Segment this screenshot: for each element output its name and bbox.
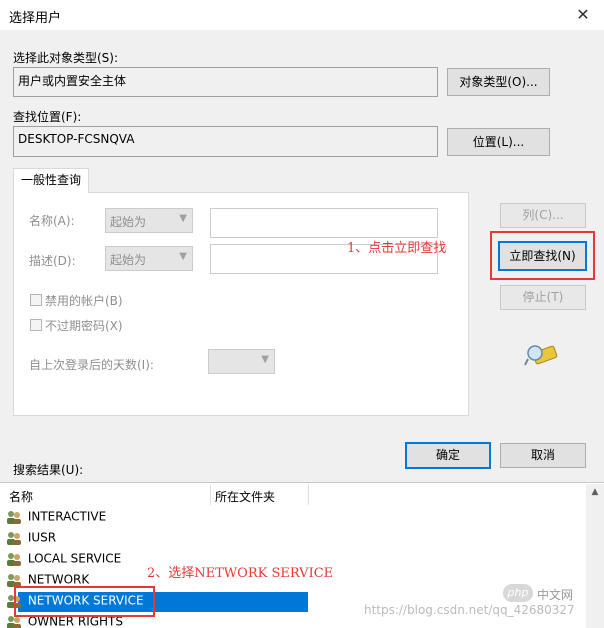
description-mode-value: 起始为 (110, 253, 147, 267)
column-header-name[interactable]: 名称 (9, 488, 33, 508)
row-name: LOCAL SERVICE (27, 551, 122, 566)
annotation-box-network-service (14, 586, 155, 617)
results-scrollbar[interactable]: ▲ (586, 484, 604, 628)
days-since-logon-label: 自上次登录后的天数(I): (29, 358, 154, 372)
watermark-url: https://blog.csdn.net/qq_42680327 (364, 603, 575, 617)
annotation-step1: 1、点击立即查找 (347, 241, 447, 256)
stop-button[interactable]: 停止(T) (500, 285, 586, 310)
close-icon: ✕ (576, 5, 590, 24)
title-bar (0, 0, 604, 30)
chevron-down-icon: ▼ (179, 251, 187, 262)
row-name: NETWORK (27, 572, 90, 587)
object-types-button[interactable]: 对象类型(O)... (447, 68, 550, 96)
user-group-icon (7, 552, 21, 566)
flashlight-search-icon (524, 339, 560, 369)
annotation-box-find-now (490, 231, 595, 280)
watermark-site: 中文网 (537, 588, 574, 602)
name-mode-select[interactable]: 起始为 ▼ (105, 208, 193, 233)
description-label: 描述(D): (29, 254, 76, 268)
row-name: INTERACTIVE (27, 509, 107, 524)
name-label: 名称(A): (29, 214, 75, 228)
search-results-label: 搜索结果(U): (13, 463, 84, 477)
annotation-step2: 2、选择NETWORK SERVICE (147, 566, 334, 581)
object-type-label: 选择此对象类型(S): (13, 51, 119, 65)
days-since-logon-select[interactable]: ▼ (208, 349, 275, 374)
user-group-icon (7, 573, 21, 587)
table-row[interactable]: IUSR (6, 530, 56, 550)
object-type-field: 用户或内置安全主体 (13, 67, 438, 97)
chevron-down-icon: ▼ (179, 213, 187, 224)
disabled-accounts-label: 禁用的帐户(B) (45, 294, 123, 308)
location-field: DESKTOP-FCSNQVA (13, 126, 438, 157)
disabled-accounts-checkbox[interactable] (30, 294, 42, 306)
non-expiring-password-checkbox[interactable] (30, 319, 42, 331)
location-label: 查找位置(F): (13, 110, 82, 124)
column-header-folder[interactable]: 所在文件夹 (215, 488, 275, 508)
row-name: IUSR (27, 530, 57, 545)
window-title: 选择用户 (9, 11, 62, 26)
table-row[interactable]: LOCAL SERVICE (6, 551, 121, 571)
scroll-up-icon[interactable]: ▲ (586, 484, 604, 500)
user-group-icon (7, 531, 21, 545)
column-separator[interactable] (308, 485, 309, 505)
user-group-icon (7, 510, 21, 524)
columns-button[interactable]: 列(C)... (500, 203, 586, 228)
description-mode-select[interactable]: 起始为 ▼ (105, 246, 193, 271)
non-expiring-password-label: 不过期密码(X) (45, 319, 123, 333)
chevron-down-icon: ▼ (261, 354, 269, 365)
column-separator[interactable] (210, 485, 211, 505)
php-logo: php (503, 584, 533, 602)
locations-button[interactable]: 位置(L)... (447, 128, 550, 156)
ok-button[interactable]: 确定 (405, 442, 491, 469)
cancel-button[interactable]: 取消 (500, 443, 586, 468)
name-mode-value: 起始为 (110, 215, 147, 229)
name-input[interactable] (210, 208, 438, 238)
close-button[interactable]: ✕ (570, 3, 596, 27)
table-row[interactable]: INTERACTIVE (6, 509, 106, 529)
tab-common-queries[interactable]: 一般性查询 (13, 168, 89, 193)
